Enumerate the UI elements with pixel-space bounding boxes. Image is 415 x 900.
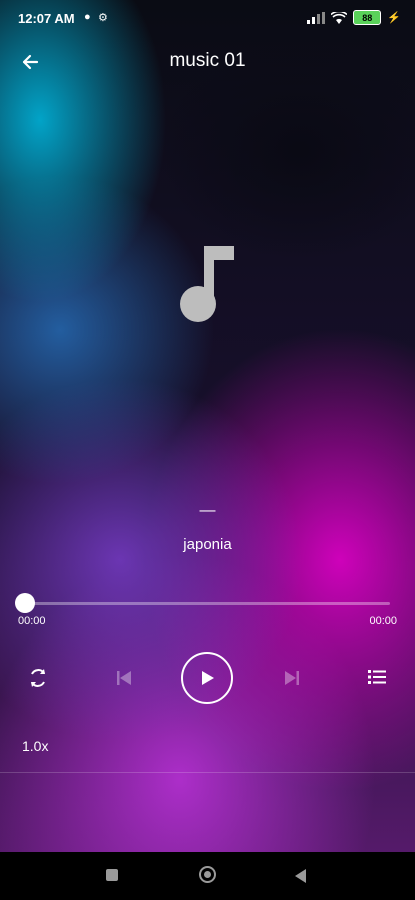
- home-icon[interactable]: [199, 866, 216, 883]
- wifi-icon: [331, 11, 348, 24]
- notification-icon: ●: [84, 11, 91, 23]
- playlist-button[interactable]: [366, 666, 388, 688]
- repeat-icon: [31, 669, 45, 687]
- track-artist: japonia: [183, 536, 232, 553]
- track-title: —: [199, 502, 216, 519]
- next-icon: [285, 671, 299, 685]
- play-icon: [202, 671, 214, 685]
- playback-speed[interactable]: 1.0x: [22, 738, 48, 754]
- current-time: 00:00: [18, 615, 46, 627]
- total-time: 00:00: [369, 615, 397, 627]
- signal-icon: [307, 11, 326, 24]
- page-title: music 01: [169, 50, 246, 71]
- playlist-icon: [368, 670, 386, 684]
- settings-gear-icon: ⚙: [98, 12, 108, 24]
- system-nav-bar: [0, 852, 415, 900]
- status-time: 12:07 AM: [18, 11, 75, 26]
- repeat-button[interactable]: [24, 664, 52, 692]
- charging-icon: ⚡: [387, 12, 401, 24]
- status-icons: 88 ⚡: [307, 10, 401, 25]
- status-bar: 12:07 AM ● ⚙ 88 ⚡: [0, 0, 415, 38]
- play-button[interactable]: [181, 652, 233, 704]
- next-button[interactable]: [280, 666, 304, 690]
- recent-apps-icon[interactable]: [106, 869, 118, 881]
- seek-bar[interactable]: [24, 602, 390, 605]
- battery-icon: 88: [353, 10, 382, 25]
- background-artwork: [0, 0, 415, 852]
- app-bar: music 01: [0, 38, 415, 86]
- back-icon[interactable]: [295, 869, 306, 883]
- divider: [0, 772, 415, 773]
- seek-thumb[interactable]: [15, 593, 35, 613]
- music-note-icon: [180, 246, 234, 322]
- previous-icon: [117, 671, 131, 685]
- previous-button[interactable]: [112, 666, 136, 690]
